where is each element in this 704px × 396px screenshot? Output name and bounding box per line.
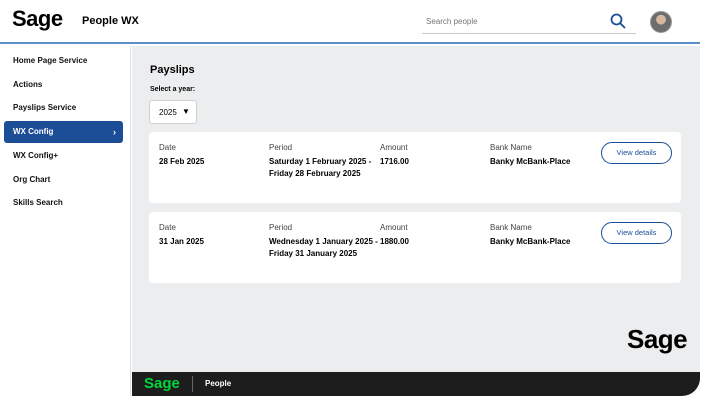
- date-value: 31 Jan 2025: [159, 237, 204, 246]
- bank-name-value: Banky McBank-Place: [490, 157, 571, 166]
- date-label: Date: [159, 223, 176, 232]
- amount-value: 1716.00: [380, 157, 409, 166]
- sidebar-item-label: WX Config: [13, 127, 54, 136]
- app-title: People WX: [82, 15, 139, 27]
- period-value: Saturday 1 February 2025 - Friday 28 Feb…: [269, 157, 372, 178]
- search-icon[interactable]: [610, 13, 626, 29]
- payslip-card: Date 28 Feb 2025 Period Saturday 1 Febru…: [149, 132, 681, 203]
- amount-label: Amount: [380, 223, 408, 232]
- chevron-right-icon: ›: [113, 127, 116, 137]
- year-select-label: Select a year:: [150, 86, 196, 93]
- user-avatar[interactable]: [650, 11, 672, 33]
- view-details-button[interactable]: View details: [601, 142, 672, 164]
- bank-name-label: Bank Name: [490, 143, 532, 152]
- sidebar-item-wx-config-plus[interactable]: WX Config+: [4, 145, 123, 167]
- bank-name-label: Bank Name: [490, 223, 532, 232]
- footer-bar: Sage People: [132, 372, 700, 396]
- payslip-card: Date 31 Jan 2025 Period Wednesday 1 Janu…: [149, 212, 681, 283]
- page-title: Payslips: [150, 64, 195, 76]
- sidebar-item-org-chart[interactable]: Org Chart: [4, 169, 123, 191]
- period-value: Wednesday 1 January 2025 - Friday 31 Jan…: [269, 237, 378, 258]
- amount-value: 1880.00: [380, 237, 409, 246]
- search-input[interactable]: [422, 10, 602, 32]
- sidebar-item-skills-search[interactable]: Skills Search: [4, 192, 123, 214]
- app-window: Sage People WX Home Page Service Actions…: [0, 0, 700, 396]
- sidebar-item-actions[interactable]: Actions: [4, 74, 123, 96]
- sidebar: Home Page Service Actions Payslips Servi…: [0, 46, 131, 396]
- footer-divider: [192, 376, 193, 392]
- caret-down-icon: ▼: [182, 107, 190, 116]
- sidebar-item-payslips-service[interactable]: Payslips Service: [4, 97, 123, 119]
- view-details-button[interactable]: View details: [601, 222, 672, 244]
- bank-name-value: Banky McBank-Place: [490, 237, 571, 246]
- sage-watermark-logo: Sage: [627, 324, 688, 354]
- top-header: Sage People WX: [0, 0, 700, 44]
- amount-label: Amount: [380, 143, 408, 152]
- sidebar-item-home-page-service[interactable]: Home Page Service: [4, 50, 123, 72]
- sidebar-item-wx-config[interactable]: WX Config ›: [4, 121, 123, 143]
- date-value: 28 Feb 2025: [159, 157, 205, 166]
- year-select[interactable]: 2025 ▼: [149, 100, 197, 124]
- main-content: Payslips Select a year: 2025 ▼ Date 28 F…: [132, 46, 700, 372]
- footer-product-name: People: [205, 379, 232, 388]
- period-label: Period: [269, 143, 293, 152]
- period-label: Period: [269, 223, 293, 232]
- footer-sage-logo: Sage: [144, 375, 180, 392]
- date-label: Date: [159, 143, 176, 152]
- year-select-value: 2025: [159, 108, 177, 117]
- search-bar: [422, 10, 636, 34]
- sage-logo[interactable]: Sage: [12, 6, 63, 32]
